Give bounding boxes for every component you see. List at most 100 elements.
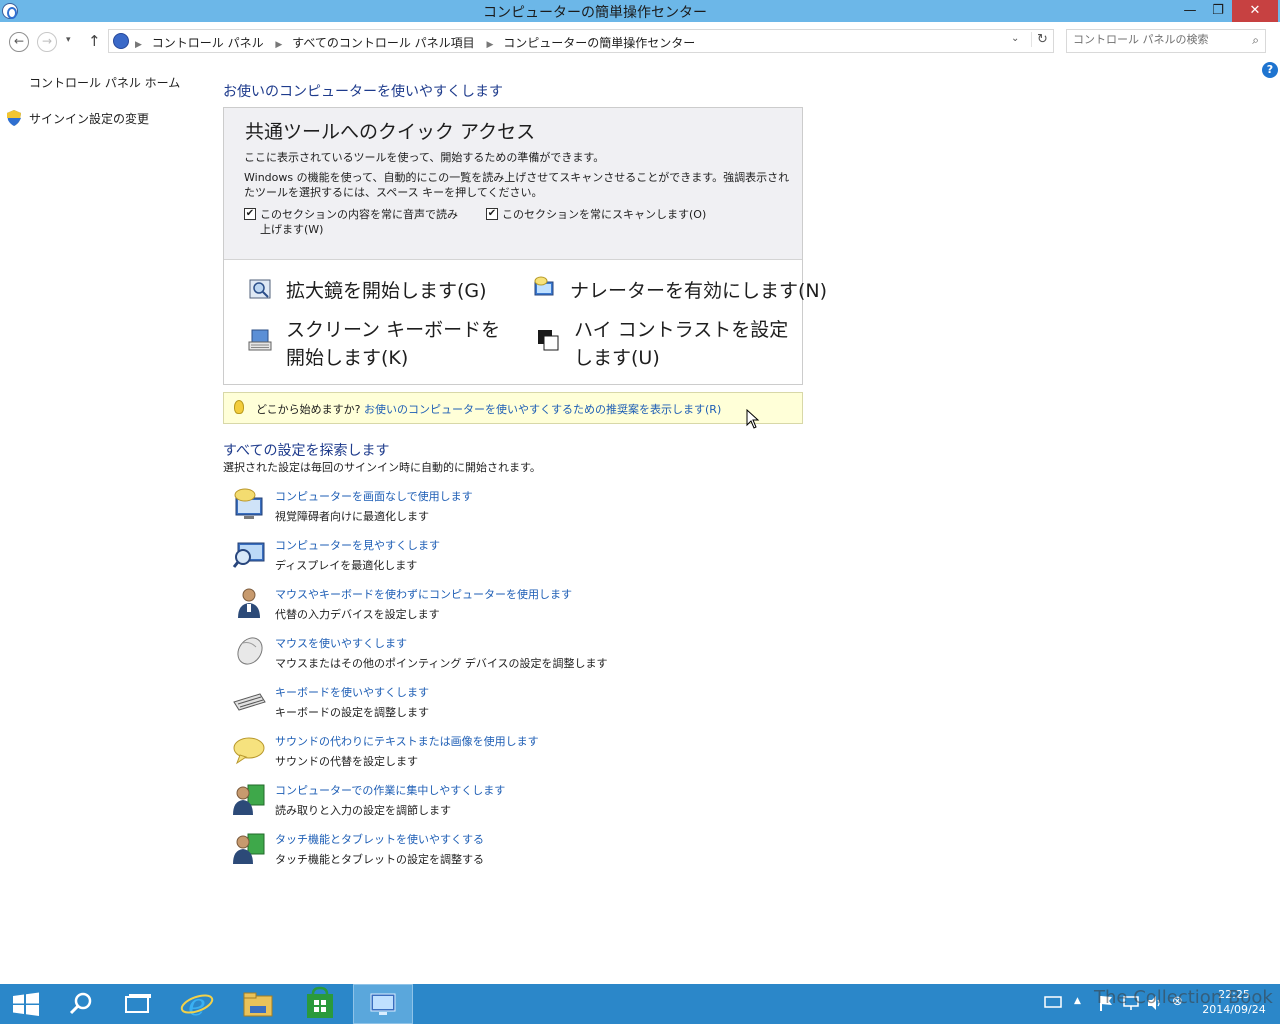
breadcrumb-item-all-items[interactable]: すべてのコントロール パネル項目 [292, 36, 475, 50]
setting-link[interactable]: マウスを使いやすくします [275, 635, 407, 651]
breadcrumb-separator-icon[interactable]: ▶ [135, 40, 142, 50]
recommendations-link[interactable]: お使いのコンピューターを使いやすくするための推奨案を表示します(R) [364, 403, 721, 416]
address-bar[interactable]: ▶ コントロール パネル ▶ すべてのコントロール パネル項目 ▶ コンピュータ… [108, 29, 1054, 53]
list-item: コンピューターを見やすくします ディスプレイを最適化します [232, 537, 832, 581]
setting-description: サウンドの代替を設定します [275, 755, 418, 768]
list-item: タッチ機能とタブレットを使いやすくする タッチ機能とタブレットの設定を調整する [232, 831, 832, 875]
explore-settings-subtitle: 選択された設定は毎回のサインイン時に自動的に開始されます。 [223, 461, 541, 474]
set-high-contrast-link[interactable]: ハイ コントラストを設定します(U) [574, 316, 794, 372]
enable-narrator-link[interactable]: ナレーターを有効にします(N) [570, 277, 827, 305]
search-icon[interactable]: ⌕ [1252, 33, 1259, 48]
show-hidden-icons-icon[interactable]: ▲ [1074, 996, 1081, 1006]
recommendation-tip-bar: どこから始めますか? お使いのコンピューターを使いやすくするための推奨案を表示し… [223, 392, 803, 424]
explore-settings-heading: すべての設定を探索します [223, 443, 390, 459]
recent-locations-chevron-icon[interactable]: ▾ [66, 35, 71, 45]
setting-description: キーボードの設定を調整します [275, 706, 429, 719]
sidebar-item-signin-settings[interactable]: サインイン設定の変更 [29, 110, 149, 127]
taskbar: e ▲ ⊗ 22:25 2014/09/24 [0, 984, 1280, 1024]
setting-link[interactable]: マウスやキーボードを使わずにコンピューターを使用します [275, 586, 572, 602]
always-read-label[interactable]: このセクションの内容を常に音声で読み上げます(W) [244, 207, 464, 237]
magnifier-icon[interactable] [248, 278, 272, 302]
high-contrast-icon[interactable] [536, 328, 560, 352]
task-view-icon[interactable] [107, 984, 167, 1024]
tip-text: どこから始めますか? お使いのコンピューターを使いやすくするための推奨案を表示し… [256, 401, 721, 417]
page-heading: お使いのコンピューターを使いやすくします [223, 84, 503, 100]
breadcrumb-item-ease-of-access[interactable]: コンピューターの簡単操作センター [503, 36, 695, 50]
list-item: サウンドの代わりにテキストまたは画像を使用します サウンドの代替を設定します [232, 733, 832, 777]
watermark-text: The Collection Book [1094, 987, 1273, 1008]
setting-description: ディスプレイを最適化します [275, 559, 418, 572]
checkbox-checked-icon[interactable]: ✔ [244, 208, 256, 220]
search-input[interactable] [1073, 33, 1243, 46]
list-item: マウスを使いやすくします マウスまたはその他のポインティング デバイスの設定を調… [232, 635, 832, 679]
lightbulb-icon [234, 400, 244, 414]
breadcrumb-item-control-panel[interactable]: コントロール パネル [152, 36, 264, 50]
quick-access-title: 共通ツールへのクイック アクセス [245, 121, 536, 143]
on-screen-keyboard-icon[interactable] [248, 328, 272, 352]
up-button[interactable]: ↑ [88, 32, 101, 50]
sidebar-item-control-panel-home[interactable]: コントロール パネル ホーム [29, 74, 180, 91]
help-icon[interactable]: ? [1262, 62, 1278, 78]
search-icon[interactable] [50, 984, 110, 1024]
setting-link[interactable]: コンピューターを見やすくします [275, 537, 440, 553]
always-read-checkbox[interactable]: ✔ このセクションの内容を常に音声で読み上げます(W) [244, 207, 464, 237]
tip-prefix: どこから始めますか? [256, 403, 361, 416]
person-with-screen-icon[interactable] [232, 782, 266, 816]
breadcrumb: ▶ コントロール パネル ▶ すべてのコントロール パネル項目 ▶ コンピュータ… [133, 34, 701, 51]
breadcrumb-separator-icon[interactable]: ▶ [486, 40, 493, 50]
refresh-button[interactable]: ↻ [1031, 32, 1053, 47]
list-item: コンピューターでの作業に集中しやすくします 読み取りと入力の設定を調節します [232, 782, 832, 826]
person-icon[interactable] [232, 586, 266, 620]
setting-link[interactable]: タッチ機能とタブレットを使いやすくする [275, 831, 484, 847]
always-scan-checkbox[interactable]: ✔ このセクションを常にスキャンします(O) [486, 207, 746, 222]
quick-access-panel: 共通ツールへのクイック アクセス ここに表示されているツールを使って、開始するた… [223, 107, 827, 385]
start-magnifier-link[interactable]: 拡大鏡を開始します(G) [286, 277, 487, 305]
checkbox-checked-icon[interactable]: ✔ [486, 208, 498, 220]
address-dropdown-icon[interactable]: ⌄ [1011, 33, 1019, 44]
quick-access-header: 共通ツールへのクイック アクセス ここに表示されているツールを使って、開始するた… [224, 108, 802, 260]
navigation-bar: ← → ▾ ↑ ▶ コントロール パネル ▶ すべてのコントロール パネル項目 … [0, 22, 1280, 58]
keyboard-icon[interactable] [232, 684, 266, 718]
setting-description: マウスまたはその他のポインティング デバイスの設定を調整します [275, 657, 608, 670]
monitor-magnifier-icon[interactable] [232, 537, 266, 571]
breadcrumb-separator-icon[interactable]: ▶ [275, 40, 282, 50]
window-title: コンピューターの簡単操作センター [483, 5, 707, 21]
list-item: コンピューターを画面なしで使用します 視覚障碍者向けに最適化します [232, 488, 832, 532]
internet-explorer-icon[interactable]: e [167, 984, 227, 1024]
setting-link[interactable]: コンピューターを画面なしで使用します [275, 488, 473, 504]
control-panel-icon [370, 993, 396, 1015]
forward-button[interactable]: → [37, 32, 57, 52]
minimize-button[interactable]: — [1176, 0, 1204, 22]
setting-description: 読み取りと入力の設定を調節します [275, 804, 451, 817]
title-bar: コンピューターの簡単操作センター — ❐ ✕ [0, 0, 1280, 22]
svg-text:e: e [188, 988, 206, 1023]
setting-link[interactable]: キーボードを使いやすくします [275, 684, 429, 700]
list-item: キーボードを使いやすくします キーボードの設定を調整します [232, 684, 832, 728]
back-button[interactable]: ← [9, 32, 29, 52]
quick-access-description: Windows の機能を使って、自動的にこの一覧を読み上げさせてスキャンさせるこ… [244, 171, 790, 199]
narrator-icon[interactable] [532, 276, 556, 300]
mouse-icon[interactable] [232, 635, 266, 669]
restore-button[interactable]: ❐ [1204, 0, 1232, 22]
control-panel-taskbar-button[interactable] [353, 984, 413, 1024]
start-on-screen-keyboard-link[interactable]: スクリーン キーボードを開始します(K) [286, 316, 506, 372]
speech-bubble-icon[interactable] [232, 733, 266, 767]
list-item: マウスやキーボードを使わずにコンピューターを使用します 代替の入力デバイスを設定… [232, 586, 832, 630]
person-with-tablet-icon[interactable] [232, 831, 266, 865]
setting-link[interactable]: サウンドの代わりにテキストまたは画像を使用します [275, 733, 539, 749]
setting-description: 視覚障碍者向けに最適化します [275, 510, 429, 523]
always-scan-label[interactable]: このセクションを常にスキャンします(O) [486, 207, 746, 222]
control-panel-icon [113, 33, 129, 49]
setting-description: タッチ機能とタブレットの設定を調整する [275, 853, 484, 866]
setting-description: 代替の入力デバイスを設定します [275, 608, 440, 621]
shield-icon [7, 110, 21, 126]
keyboard-tray-icon[interactable] [1044, 994, 1062, 1010]
mouse-pointer-icon [746, 409, 760, 429]
screen-reader-computer-icon[interactable] [232, 488, 266, 522]
setting-link[interactable]: コンピューターでの作業に集中しやすくします [275, 782, 505, 798]
file-explorer-icon[interactable] [228, 984, 288, 1024]
close-button[interactable]: ✕ [1232, 0, 1278, 22]
search-box[interactable]: ⌕ [1066, 29, 1266, 53]
store-icon[interactable] [290, 984, 350, 1024]
quick-access-intro: ここに表示されているツールを使って、開始するための準備ができます。 [244, 151, 605, 164]
